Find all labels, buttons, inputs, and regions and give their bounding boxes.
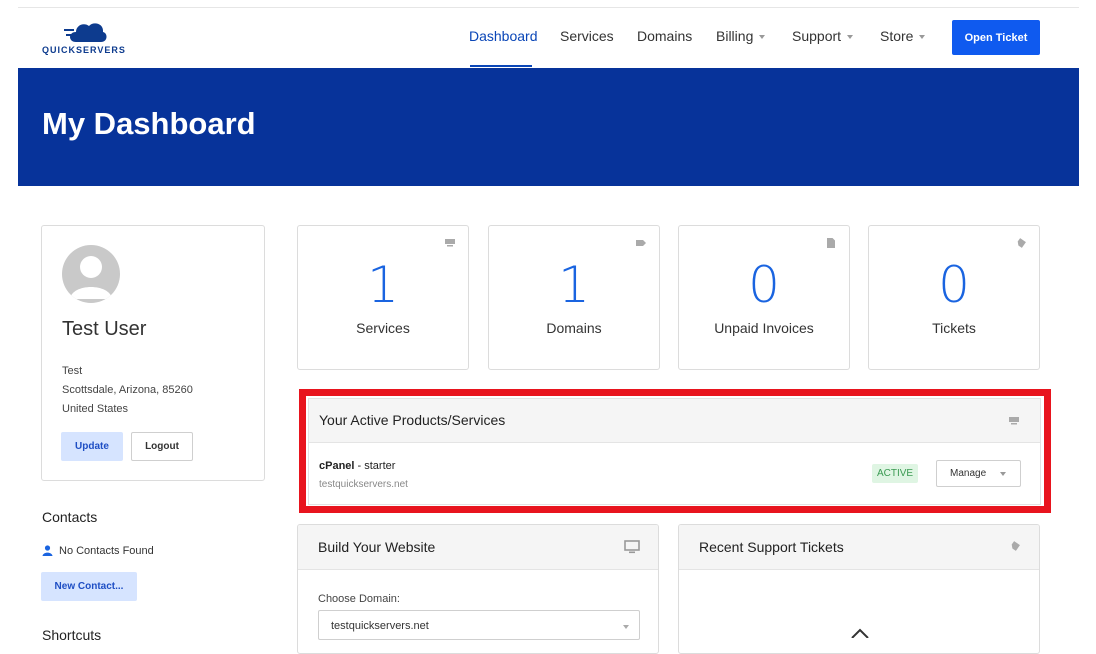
stat-tile-tickets[interactable]: 0 Tickets (868, 225, 1040, 370)
spinner-icon (851, 628, 869, 638)
panel-title: Your Active Products/Services (319, 412, 506, 428)
active-products-panel: Your Active Products/Services cPanel - s… (308, 398, 1041, 505)
nav-billing[interactable]: Billing (716, 28, 766, 44)
nav-store-label: Store (880, 28, 914, 44)
chevron-down-icon (919, 35, 926, 40)
nav-support-label: Support (792, 28, 842, 44)
nav-store[interactable]: Store (880, 28, 926, 44)
address-line-1: Test (62, 365, 83, 377)
manage-button[interactable]: Manage (936, 460, 1021, 487)
active-nav-indicator (470, 65, 532, 67)
recent-tickets-panel: Recent Support Tickets (678, 524, 1040, 654)
user-icon (42, 545, 53, 556)
stat-tile-domains[interactable]: 1 Domains (488, 225, 660, 370)
service-domain: testquickservers.net (319, 479, 408, 490)
service-name[interactable]: cPanel - starter (319, 460, 395, 472)
stat-value: 0 (938, 256, 970, 314)
shortcuts-heading: Shortcuts (42, 627, 102, 643)
stat-tile-unpaid-invoices[interactable]: 0 Unpaid Invoices (678, 225, 850, 370)
status-badge: ACTIVE (872, 464, 918, 483)
service-product: cPanel (319, 460, 355, 472)
build-website-panel: Build Your Website Choose Domain: testqu… (297, 524, 659, 654)
top-divider (18, 7, 1079, 8)
profile-card: Test User Test Scottsdale, Arizona, 8526… (41, 225, 265, 481)
chevron-down-icon (623, 625, 629, 629)
server-icon (1009, 417, 1019, 425)
ticket-icon (1017, 238, 1026, 248)
avatar (62, 245, 120, 303)
choose-domain-label: Choose Domain: (318, 593, 400, 605)
logout-button[interactable]: Logout (131, 432, 193, 461)
brand-logo[interactable]: QUICKSERVERS (42, 20, 128, 55)
nav-support[interactable]: Support (792, 28, 854, 44)
open-ticket-button[interactable]: Open Ticket (952, 20, 1040, 55)
chevron-down-icon (847, 35, 854, 40)
nav-dashboard[interactable]: Dashboard (469, 28, 538, 44)
server-icon (445, 239, 455, 247)
user-avatar-icon (70, 256, 112, 299)
profile-name: Test User (62, 318, 147, 340)
stat-label: Services (356, 320, 410, 336)
monitor-icon (624, 540, 640, 554)
service-plan: - starter (354, 460, 396, 472)
stat-label: Tickets (932, 320, 976, 336)
panel-header: Your Active Products/Services (309, 399, 1040, 443)
page-title: My Dashboard (42, 106, 256, 141)
no-contacts-text: No Contacts Found (59, 545, 154, 557)
new-contact-button[interactable]: New Contact... (41, 572, 137, 601)
manage-label: Manage (950, 468, 987, 479)
stat-value: 1 (367, 256, 399, 314)
domain-select[interactable]: testquickservers.net (318, 610, 640, 640)
panel-title: Recent Support Tickets (699, 539, 844, 555)
nav-domains[interactable]: Domains (637, 28, 692, 44)
chevron-down-icon (1000, 472, 1006, 476)
domain-select-value: testquickservers.net (331, 620, 429, 632)
nav-billing-label: Billing (716, 28, 754, 44)
address-line-2: Scottsdale, Arizona, 85260 (62, 384, 193, 396)
panel-title: Build Your Website (318, 539, 436, 555)
stat-label: Unpaid Invoices (714, 320, 814, 336)
ticket-icon (1011, 541, 1020, 551)
panel-header: Recent Support Tickets (679, 525, 1039, 570)
cloud-icon (64, 23, 107, 42)
no-contacts-message: No Contacts Found (42, 545, 154, 557)
brand-wordmark: QUICKSERVERS (42, 45, 126, 55)
chevron-down-icon (759, 35, 766, 40)
hero-banner: My Dashboard (18, 68, 1079, 186)
nav-services[interactable]: Services (560, 28, 614, 44)
stat-value: 0 (748, 256, 780, 314)
stat-label: Domains (546, 320, 602, 336)
contacts-heading: Contacts (42, 509, 98, 525)
update-button[interactable]: Update (61, 432, 123, 461)
document-icon (827, 238, 835, 248)
address-line-3: United States (62, 403, 129, 415)
panel-header: Build Your Website (298, 525, 658, 570)
stat-value: 1 (558, 256, 590, 314)
stat-tile-services[interactable]: 1 Services (297, 225, 469, 370)
tag-icon (636, 240, 646, 246)
